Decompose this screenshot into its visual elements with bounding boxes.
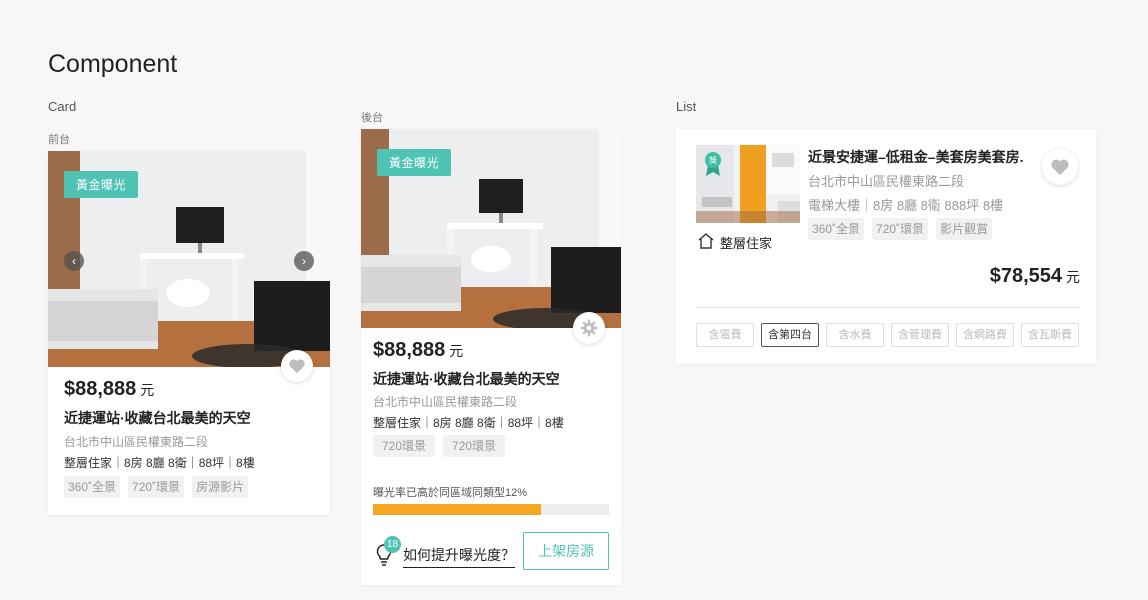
list-specs: 電梯大樓｜8房 8廳 8衛 888坪 8樓: [808, 198, 1004, 213]
property-type: 整層住家: [720, 236, 773, 251]
listing-price: $88,888 元: [64, 378, 154, 401]
exposure-progress-bar: [373, 504, 609, 515]
gold-exposure-badge: 黃金曝光: [64, 171, 139, 198]
tag: 影片觀賞: [936, 218, 993, 240]
list-divider: [696, 307, 1080, 308]
exposure-rate-text: 曝光率已高於同區域同類型12%: [373, 487, 528, 499]
page-title: Component: [48, 50, 178, 78]
tag: 房源影片: [192, 476, 249, 498]
listing-specs: 整層住家｜8房 8廳 8衛｜88坪｜8樓: [64, 456, 255, 470]
price-value: $88,888: [373, 339, 446, 361]
favorite-button[interactable]: [281, 350, 313, 382]
back-listing-card: 黃金曝光 $88,888 元 近捷運站·收藏台北最美的天空 台北市中山區民權東路二…: [361, 129, 621, 585]
tag: 360˚全景: [808, 218, 865, 240]
list-section-label: List: [676, 99, 697, 114]
price-value: $78,554: [989, 265, 1062, 287]
tag: 720˚環景: [128, 476, 185, 498]
back-label: 後台: [361, 112, 383, 124]
chevron-right-icon[interactable]: ›: [294, 251, 314, 271]
award-ribbon-icon: 獎: [705, 152, 721, 176]
improve-exposure-link[interactable]: 如何提升曝光度？: [403, 545, 515, 568]
gold-exposure-badge: 黃金曝光: [377, 149, 452, 176]
settings-button[interactable]: [573, 312, 605, 344]
heart-icon: [1051, 159, 1069, 176]
fee-tags: 含電費 含第四台 含水費 含管理費 含網路費 含瓦斯費: [696, 323, 1079, 347]
list-address: 台北市中山區民權東路二段: [808, 174, 965, 189]
fee-tag[interactable]: 含電費: [696, 323, 754, 347]
feature-tags: 360˚全景 720˚環景 房源影片: [64, 476, 249, 498]
chevron-left-icon[interactable]: ‹: [64, 251, 84, 271]
fee-tag[interactable]: 含第四台: [761, 323, 819, 347]
feature-tags: 720環景 720環景: [373, 435, 506, 457]
listing-price: $88,888 元: [373, 339, 463, 362]
heart-icon: [289, 359, 305, 374]
exposure-progress-fill: [373, 504, 541, 515]
price-value: $88,888: [64, 378, 137, 400]
price-unit: 元: [140, 382, 155, 398]
fee-tag[interactable]: 含瓦斯費: [1021, 323, 1079, 347]
listing-specs: 整層住家｜8房 8廳 8衛｜88坪｜8樓: [373, 416, 564, 430]
tip-count-badge: 18: [384, 536, 401, 553]
list-item-card[interactable]: 獎 整層住家 近景安捷運–低租金–美套房美套房. 台北市中山區民權東路二段 電梯…: [676, 129, 1096, 364]
list-title[interactable]: 近景安捷運–低租金–美套房美套房.: [808, 147, 1023, 167]
list-price: $78,554 元: [990, 265, 1080, 288]
svg-text:獎: 獎: [709, 155, 717, 165]
house-icon: [698, 233, 714, 249]
gear-icon: [580, 319, 598, 337]
fee-tag[interactable]: 含管理費: [891, 323, 949, 347]
tag: 720環景: [443, 435, 506, 457]
front-label: 前台: [48, 134, 70, 146]
price-unit: 元: [1066, 269, 1080, 285]
fee-tag[interactable]: 含網路費: [956, 323, 1014, 347]
fee-tag[interactable]: 含水費: [826, 323, 884, 347]
listing-title[interactable]: 近捷運站·收藏台北最美的天空: [64, 408, 251, 428]
tag: 360˚全景: [64, 476, 121, 498]
tag: 720˚環景: [872, 218, 929, 240]
card-section-label: Card: [48, 99, 77, 114]
price-unit: 元: [449, 343, 464, 359]
list-feature-tags: 360˚全景 720˚環景 影片觀賞: [808, 218, 993, 240]
front-listing-card[interactable]: 黃金曝光 ‹ › $88,888 元 近捷運站·收藏台北最美的天空 台北市中山區民…: [48, 151, 330, 515]
favorite-button[interactable]: [1042, 149, 1078, 185]
listing-title[interactable]: 近捷運站·收藏台北最美的天空: [373, 369, 560, 389]
publish-listing-button[interactable]: 上架房源: [523, 532, 609, 570]
tag: 720環景: [373, 435, 436, 457]
listing-address: 台北市中山區民權東路二段: [64, 435, 209, 449]
listing-address: 台北市中山區民權東路二段: [373, 395, 518, 409]
